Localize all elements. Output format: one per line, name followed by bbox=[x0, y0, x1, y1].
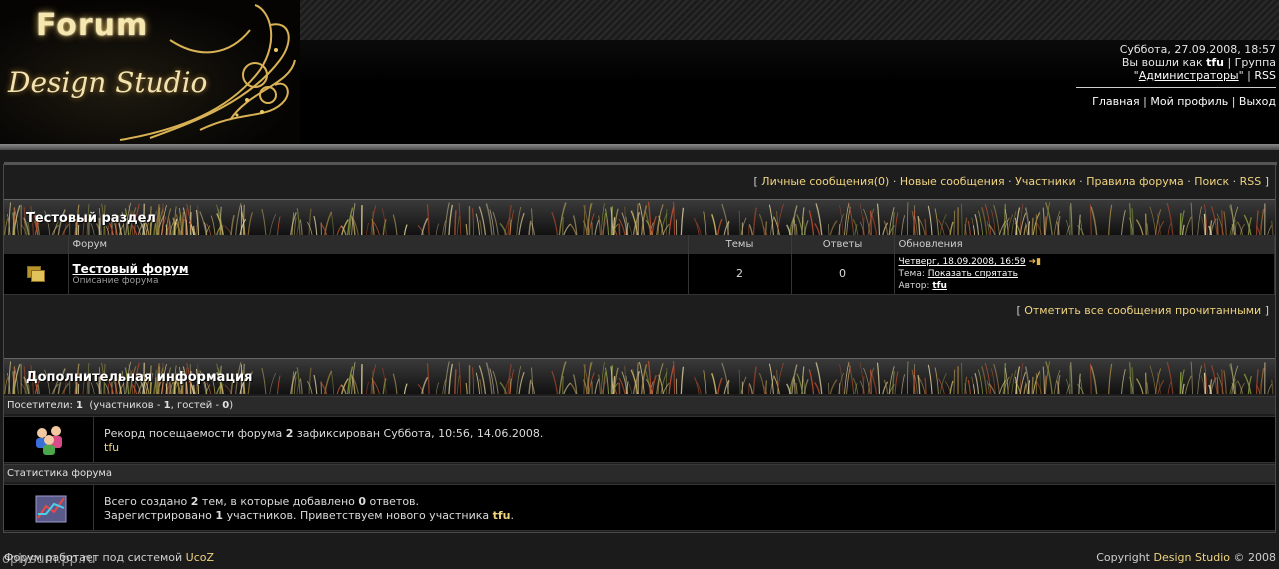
copyright-year: © 2008 bbox=[1233, 551, 1277, 564]
members-count: 1 bbox=[163, 400, 171, 411]
site-logo[interactable]: Forum Design Studio bbox=[0, 0, 300, 147]
design-studio-link[interactable]: Design Studio bbox=[1153, 551, 1230, 564]
stats-header: Статистика форума bbox=[4, 464, 1275, 482]
folder-icon bbox=[26, 265, 45, 282]
current-datetime: Суббота, 27.09.2008, 18:57 bbox=[1119, 43, 1276, 56]
copyright-label: Copyright bbox=[1096, 551, 1150, 564]
last-topic-link[interactable]: Показать спрятать bbox=[928, 269, 1018, 279]
link-rss[interactable]: RSS bbox=[1240, 175, 1262, 188]
last-post-date-link[interactable]: Четверг, 18.09.2008, 16:59 bbox=[899, 257, 1026, 267]
group-link[interactable]: Администраторы bbox=[1139, 69, 1239, 82]
stats-row: Всего создано 2 тем, в которые добавлено… bbox=[4, 484, 1275, 531]
logo-forum-text: Forum bbox=[36, 8, 149, 43]
stats-created-label: Всего создано bbox=[104, 495, 188, 508]
quick-links: [ Личные сообщения(0) · Новые сообщения … bbox=[753, 175, 1270, 188]
members-label: участников - bbox=[93, 400, 161, 411]
info-title: Дополнительная информация bbox=[26, 370, 253, 385]
top-navigation: Главная | Мой профиль | Выход bbox=[1076, 87, 1276, 108]
nav-profile[interactable]: Мой профиль bbox=[1150, 95, 1228, 108]
stats-topics-count: 2 bbox=[190, 495, 199, 508]
online-user-link[interactable]: tfu bbox=[104, 441, 119, 454]
visitors-row: Рекорд посещаемости форума 2 зафиксирова… bbox=[4, 416, 1275, 463]
link-private-messages[interactable]: Личные сообщения(0) bbox=[761, 175, 889, 188]
stats-text: Всего создано 2 тем, в которые добавлено… bbox=[104, 495, 514, 522]
watermark-text: opiysum.pp.ru bbox=[2, 552, 96, 567]
forum-info-cell: Тестовый форум Описание форума bbox=[68, 254, 689, 295]
nav-logout[interactable]: Выход bbox=[1239, 95, 1276, 108]
forum-status-cell bbox=[4, 254, 69, 295]
visitors-label: Посетители: bbox=[7, 400, 73, 411]
stats-replies-label: ответов. bbox=[369, 495, 420, 508]
stats-replies-count: 0 bbox=[358, 495, 367, 508]
go-to-last-post-icon[interactable]: ➜▮ bbox=[1029, 257, 1042, 267]
record-count: 2 bbox=[285, 427, 294, 440]
table-row: Тестовый форум Описание форума 2 0 Четве… bbox=[4, 254, 1275, 295]
record-suffix: зафиксирован Суббота, 10:56, 14.06.2008. bbox=[296, 427, 544, 440]
main-top-border bbox=[4, 162, 1277, 165]
stats-users-count: 1 bbox=[215, 509, 224, 522]
stats-chart-icon bbox=[35, 495, 67, 523]
visitors-icon-cell bbox=[4, 417, 94, 462]
record-text: Рекорд посещаемости форума bbox=[104, 427, 283, 440]
mark-read-wrapper: [ Отметить все сообщения прочитанными ] bbox=[1016, 304, 1269, 317]
guests-label: гостей - bbox=[176, 400, 220, 411]
mark-all-read-link[interactable]: Отметить все сообщения прочитанными bbox=[1024, 304, 1261, 317]
link-new-messages[interactable]: Новые сообщения bbox=[900, 175, 1005, 188]
visitors-total: 1 bbox=[76, 400, 84, 411]
col-updates: Обновления bbox=[894, 235, 1275, 254]
section-header-bar: Тестовый раздел bbox=[4, 199, 1275, 235]
visitors-header: Посетители: 1 (участников - 1, гостей - … bbox=[4, 396, 1275, 414]
last-author-link[interactable]: tfu bbox=[932, 281, 947, 291]
ucoz-link[interactable]: UcoZ bbox=[186, 551, 214, 564]
stats-registered-label: Зарегистрировано bbox=[104, 509, 212, 522]
col-topics: Темы bbox=[688, 235, 792, 254]
forum-table: Форум Темы Ответы Обновления Тестовый фо… bbox=[4, 235, 1275, 295]
username: tfu bbox=[1206, 56, 1224, 69]
info-header-bar: Дополнительная информация bbox=[4, 358, 1275, 394]
section-title[interactable]: Тестовый раздел bbox=[26, 211, 156, 226]
forum-description: Описание форума bbox=[72, 275, 159, 286]
forum-main: [ Личные сообщения(0) · Новые сообщения … bbox=[3, 162, 1277, 533]
link-search[interactable]: Поиск bbox=[1194, 175, 1229, 188]
author-label: Автор: bbox=[898, 280, 930, 291]
header-bottom-border bbox=[0, 144, 1279, 150]
col-icon bbox=[4, 235, 69, 254]
forum-replies-count: 0 bbox=[791, 254, 895, 295]
footer-copyright: Copyright Design Studio © 2008 bbox=[1096, 551, 1276, 564]
link-members[interactable]: Участники bbox=[1015, 175, 1076, 188]
logo-design-text: Design Studio bbox=[8, 66, 208, 99]
visitors-text: Рекорд посещаемости форума 2 зафиксирова… bbox=[104, 427, 543, 455]
stats-icon-cell bbox=[4, 485, 94, 530]
forum-last-update-cell: Четверг, 18.09.2008, 16:59 ➜▮ Тема: Пока… bbox=[894, 254, 1275, 295]
table-header-row: Форум Темы Ответы Обновления bbox=[4, 235, 1275, 254]
logged-in-label: Вы вошли как bbox=[1121, 56, 1203, 69]
stats-added-label: тем, в которые добавлено bbox=[201, 495, 355, 508]
forum-link[interactable]: Тестовый форум bbox=[73, 262, 189, 276]
header-rss-link[interactable]: RSS bbox=[1254, 69, 1276, 82]
stats-welcome-label: участников. Приветствуем нового участник… bbox=[226, 509, 490, 522]
col-replies: Ответы bbox=[791, 235, 895, 254]
link-forum-rules[interactable]: Правила форума bbox=[1086, 175, 1184, 188]
nav-home[interactable]: Главная bbox=[1092, 95, 1140, 108]
user-info: Суббота, 27.09.2008, 18:57 Вы вошли как … bbox=[1119, 43, 1276, 82]
users-icon bbox=[36, 426, 62, 455]
col-forum: Форум bbox=[68, 235, 689, 254]
grass-decoration bbox=[4, 201, 1274, 235]
forum-topics-count: 2 bbox=[688, 254, 792, 295]
group-label: | Группа bbox=[1227, 56, 1276, 69]
topic-label: Тема: bbox=[898, 268, 925, 279]
new-user-link[interactable]: tfu bbox=[493, 509, 511, 522]
guests-count: 0 bbox=[222, 400, 230, 411]
header: Forum Design Studio Суббота, 27.09.2008,… bbox=[0, 0, 1279, 150]
